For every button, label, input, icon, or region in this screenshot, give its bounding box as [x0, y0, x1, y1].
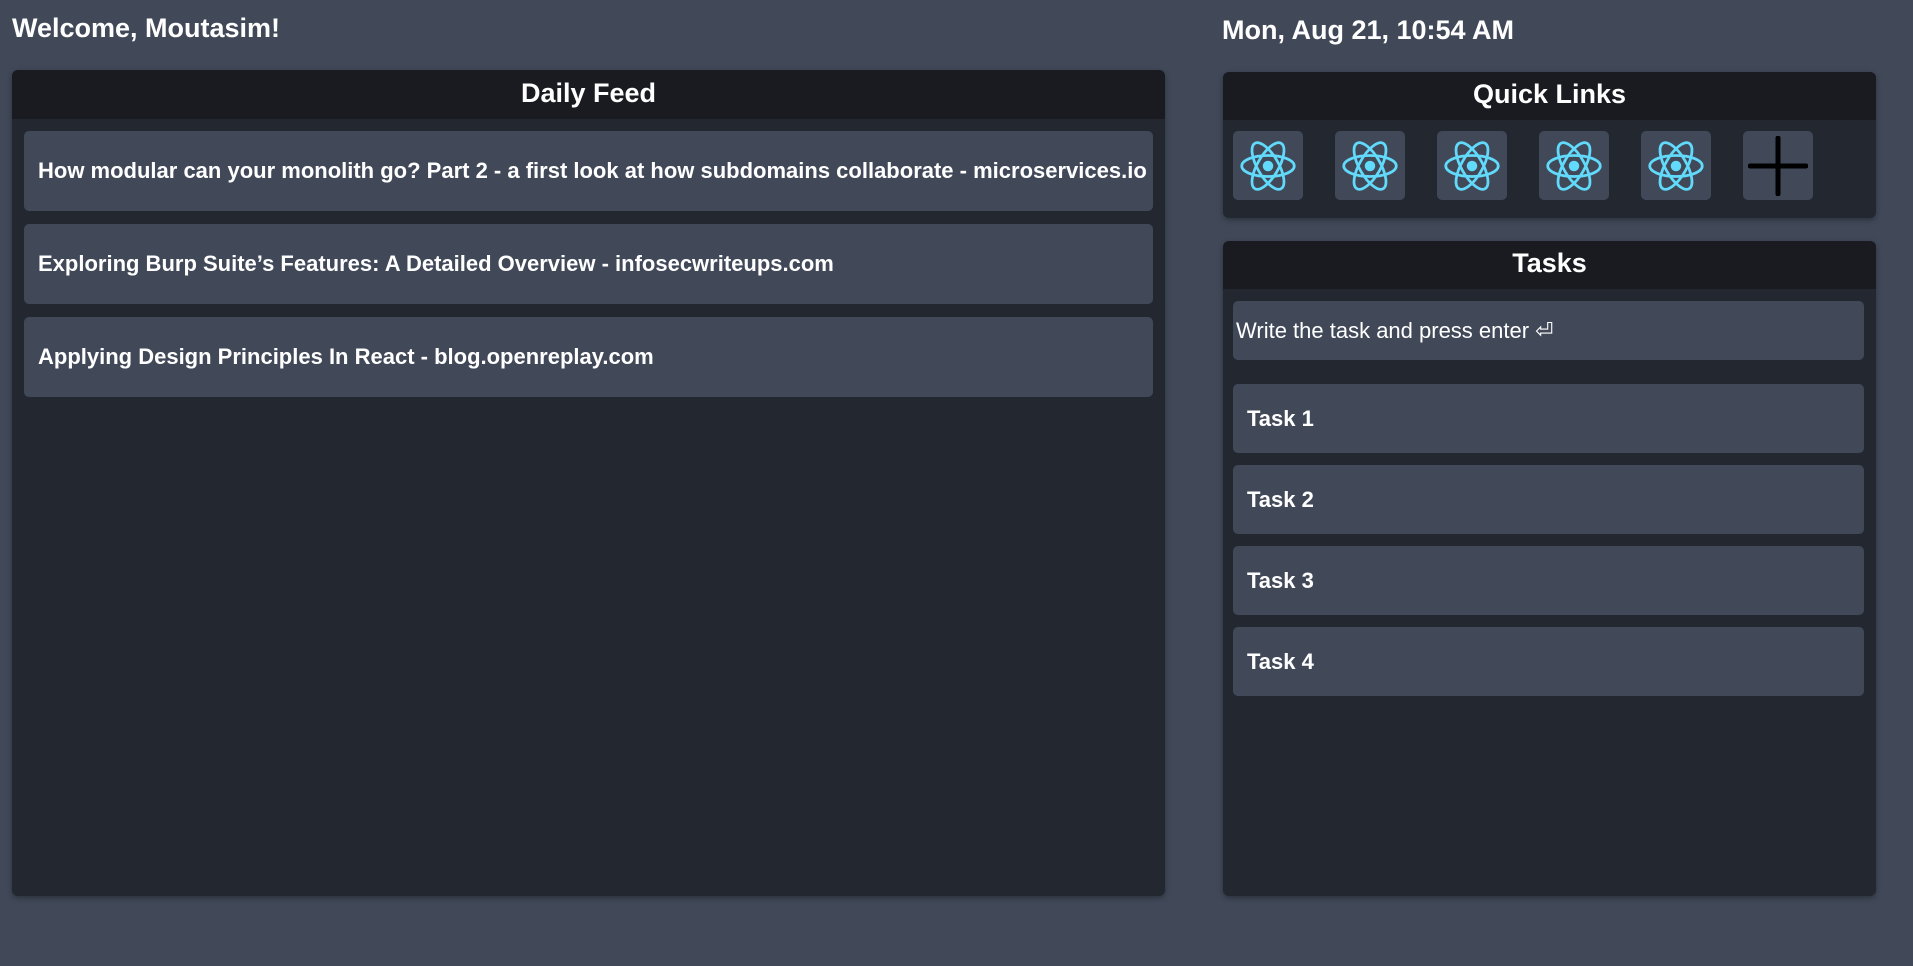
- react-icon: [1444, 140, 1500, 191]
- quick-links-row: [1223, 120, 1876, 211]
- feed-item[interactable]: Applying Design Principles In React - bl…: [24, 317, 1153, 397]
- quick-link-3[interactable]: [1437, 131, 1507, 200]
- react-icon: [1546, 140, 1602, 191]
- task-item[interactable]: Task 4: [1233, 627, 1864, 696]
- feed-item[interactable]: Exploring Burp Suite’s Features: A Detai…: [24, 224, 1153, 304]
- tasks-title: Tasks: [1223, 241, 1876, 289]
- feed-item[interactable]: How modular can your monolith go? Part 2…: [24, 131, 1153, 211]
- daily-feed-panel: Daily Feed How modular can your monolith…: [12, 70, 1165, 896]
- quick-links-panel: Quick Links: [1223, 72, 1876, 218]
- quick-links-title: Quick Links: [1223, 72, 1876, 120]
- task-list: Task 1 Task 2 Task 3 Task 4: [1223, 360, 1876, 696]
- add-quick-link-button[interactable]: [1743, 131, 1813, 200]
- react-icon: [1240, 140, 1296, 191]
- plus-icon: [1748, 135, 1808, 196]
- current-datetime: Mon, Aug 21, 10:54 AM: [1222, 15, 1515, 45]
- react-icon: [1342, 140, 1398, 191]
- task-input[interactable]: [1233, 301, 1864, 360]
- quick-link-4[interactable]: [1539, 131, 1609, 200]
- feed-list: How modular can your monolith go? Part 2…: [12, 119, 1165, 397]
- welcome-heading: Welcome, Moutasim!: [12, 13, 281, 43]
- quick-link-1[interactable]: [1233, 131, 1303, 200]
- task-item[interactable]: Task 2: [1233, 465, 1864, 534]
- tasks-panel: Tasks Task 1 Task 2 Task 3 Task 4: [1223, 241, 1876, 896]
- task-item[interactable]: Task 1: [1233, 384, 1864, 453]
- quick-link-2[interactable]: [1335, 131, 1405, 200]
- daily-feed-title: Daily Feed: [12, 70, 1165, 119]
- quick-link-5[interactable]: [1641, 131, 1711, 200]
- react-icon: [1648, 140, 1704, 191]
- task-item[interactable]: Task 3: [1233, 546, 1864, 615]
